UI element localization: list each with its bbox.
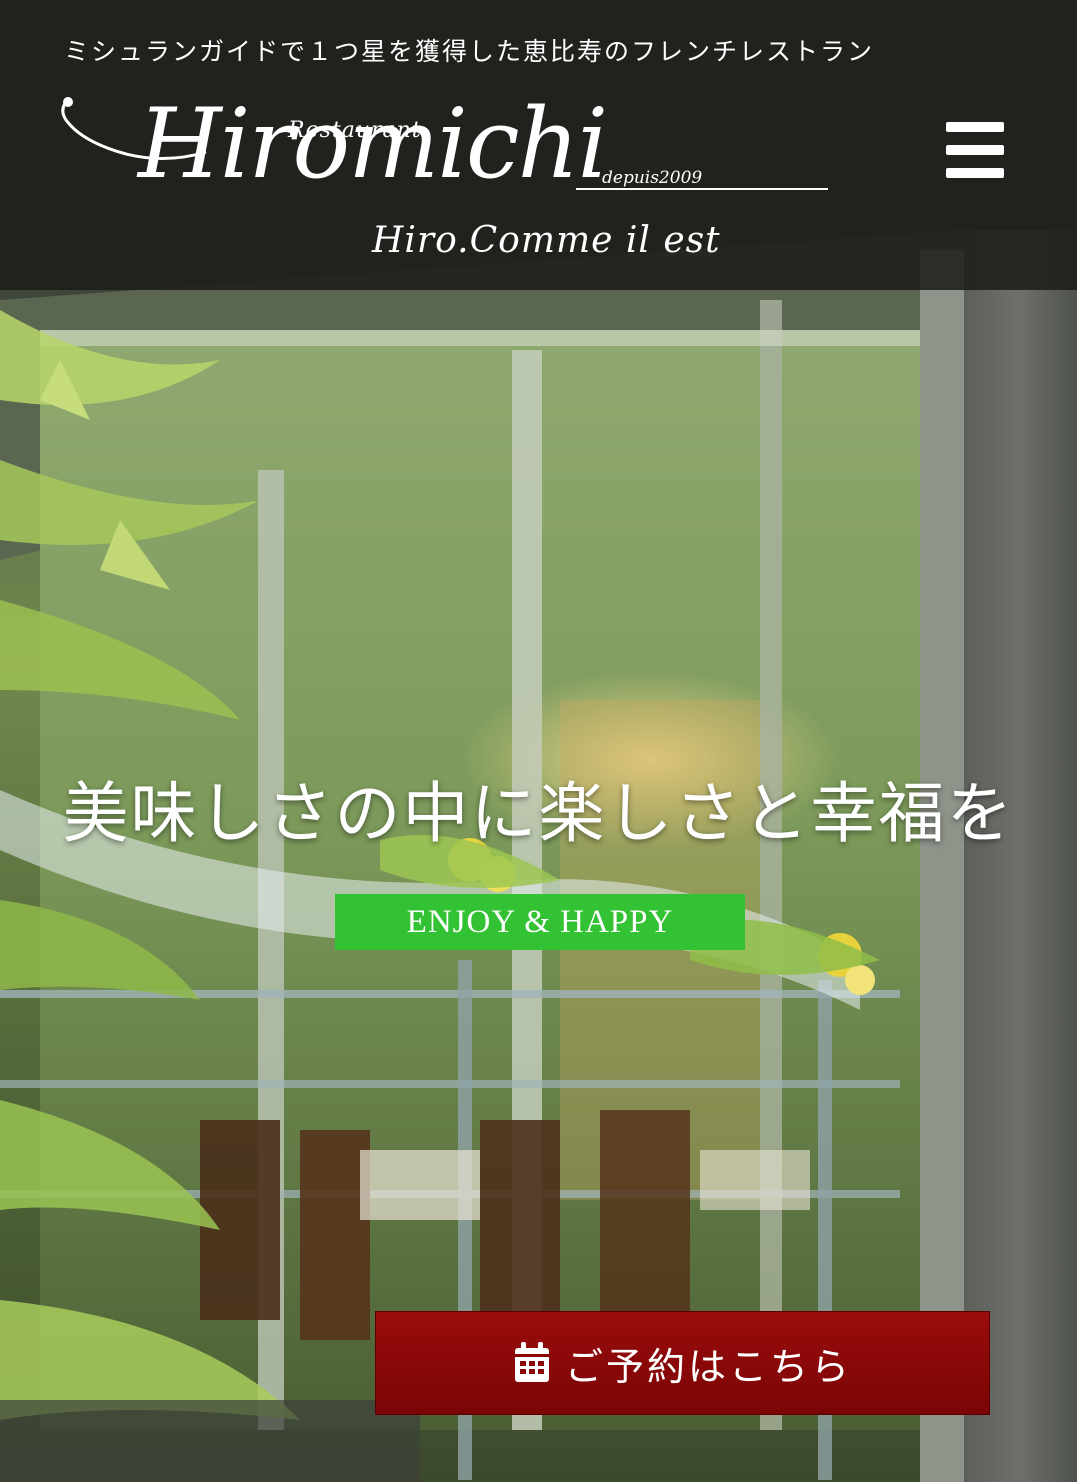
hamburger-bar <box>946 168 1004 178</box>
calendar-icon <box>514 1342 549 1382</box>
site-header: ミシュランガイドで１つ星を獲得した恵比寿のフレンチレストラン Restauran… <box>0 0 1077 290</box>
hamburger-bar <box>946 122 1004 132</box>
hamburger-bar <box>946 145 1004 155</box>
reservation-button[interactable]: ご予約はこちら <box>375 1311 990 1415</box>
hamburger-icon[interactable] <box>946 122 1004 178</box>
logo-underline <box>576 188 828 190</box>
logo-subtitle: Hiro.Comme il est <box>372 220 721 261</box>
logo-name-text: Hiromichi <box>138 88 608 200</box>
hero-headline: 美味しさの中に楽しさと幸福を <box>62 775 1015 852</box>
enjoy-happy-badge: ENJOY & HAPPY <box>335 894 745 950</box>
restaurant-logo[interactable]: Restaurant Hiromichi depuis2009 Hiro.Com… <box>56 88 836 278</box>
logo-since-text: depuis2009 <box>602 168 703 188</box>
reservation-label: ご予約はこちら <box>564 1344 852 1389</box>
header-tagline: ミシュランガイドで１つ星を獲得した恵比寿のフレンチレストラン <box>64 37 875 66</box>
